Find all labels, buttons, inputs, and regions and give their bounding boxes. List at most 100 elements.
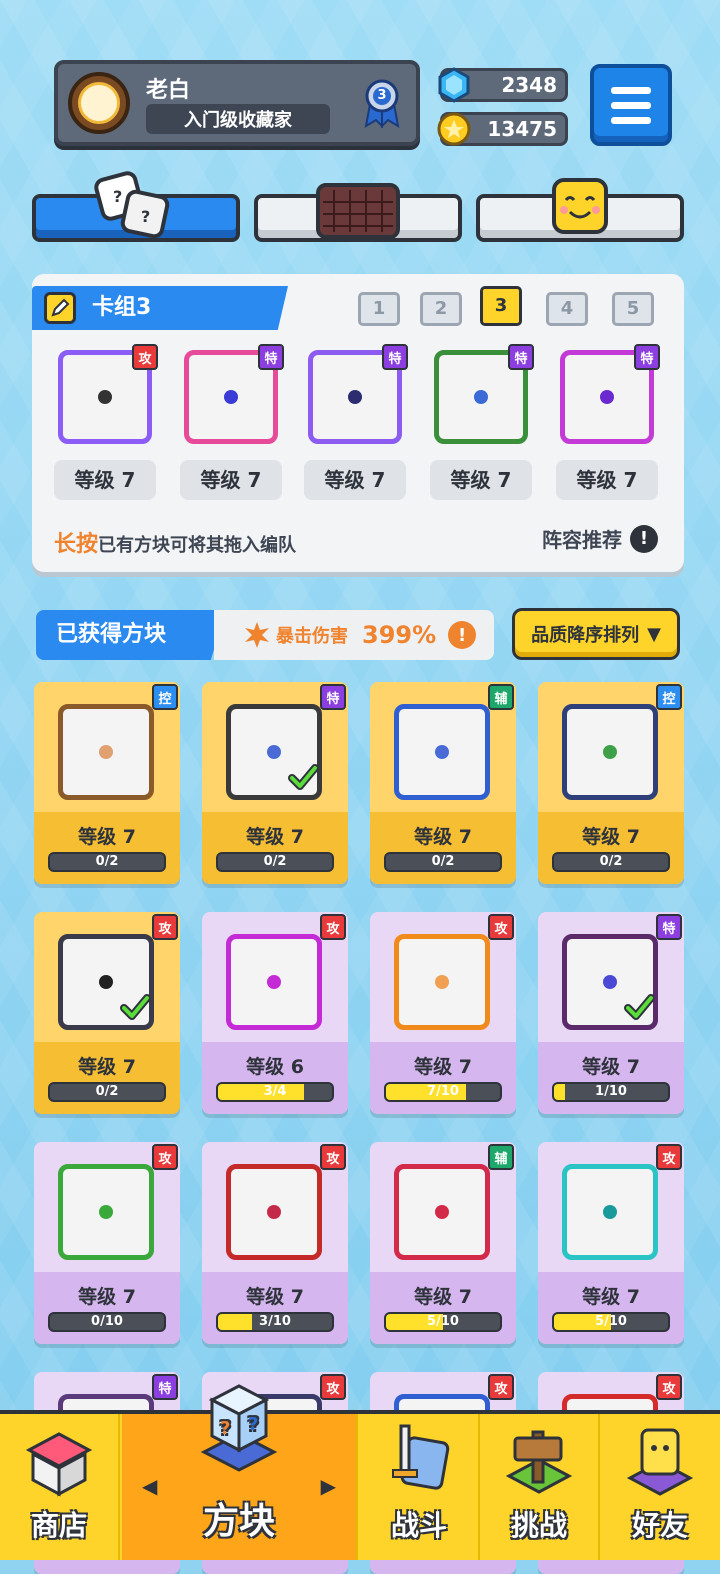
block-tile (58, 1164, 154, 1260)
info-icon: ! (630, 524, 658, 553)
nav-challenge[interactable]: 挑战 (480, 1414, 600, 1560)
nav-left-arrow-icon[interactable]: ◀ (142, 1474, 157, 1498)
block-dot (99, 975, 113, 989)
svg-text:?: ? (220, 1418, 230, 1439)
progress-text: 1/10 (595, 1084, 627, 1099)
deck-card[interactable]: 特 (178, 344, 284, 444)
block-card[interactable]: 辅等级 7 0/2 (370, 682, 516, 884)
block-card[interactable]: 攻等级 7 3/10 (202, 1142, 348, 1344)
block-dot (224, 390, 238, 404)
deck-card[interactable]: 特 (428, 344, 534, 444)
block-dot (99, 1205, 113, 1219)
progress-text: 0/2 (95, 1084, 119, 1099)
nav-blocks-label: 方块 (202, 1501, 275, 1542)
nav-right-arrow-icon[interactable]: ▶ (321, 1474, 336, 1498)
nav-battle[interactable]: 战斗 (360, 1414, 480, 1560)
block-card[interactable]: 辅等级 7 5/10 (370, 1142, 516, 1344)
block-card[interactable]: 特等级 7 1/10 (538, 912, 684, 1114)
nav-shop[interactable]: 商店 (0, 1414, 120, 1560)
upgrade-progress-bar: 7/10 (384, 1082, 502, 1102)
block-card[interactable]: 攻等级 6 3/4 (202, 912, 348, 1114)
progress-text: 0/2 (263, 854, 287, 869)
type-tag: 攻 (132, 344, 158, 370)
type-tag: 攻 (488, 914, 514, 940)
block-level: 等级 7 (414, 826, 472, 848)
block-level: 等级 7 (414, 1056, 472, 1078)
deck-slot-4[interactable]: 4 (546, 292, 588, 326)
deck-slot-1[interactable]: 1 (358, 292, 400, 326)
upgrade-progress-bar: 1/10 (552, 1082, 670, 1102)
progress-text: 7/10 (427, 1084, 459, 1099)
block-dot (600, 390, 614, 404)
nav-friends[interactable]: 好友 (600, 1414, 720, 1560)
block-level: 等级 7 (246, 826, 304, 848)
edit-pencil-icon[interactable] (44, 292, 76, 324)
nav-blocks[interactable]: ◀ ? ? 方块 ▶ (122, 1384, 358, 1560)
tab-board[interactable] (254, 183, 462, 242)
deck-card[interactable]: 特 (554, 344, 660, 444)
block-dot (474, 390, 488, 404)
avatar[interactable] (68, 72, 130, 134)
block-card[interactable]: 攻等级 7 0/10 (34, 1142, 180, 1344)
type-tag: 辅 (488, 1144, 514, 1170)
block-card[interactable]: 特等级 7 0/2 (202, 682, 348, 884)
crit-value: 399% (362, 621, 437, 649)
block-dot (348, 390, 362, 404)
gems-amount: 2348 (501, 73, 557, 97)
crit-info-icon[interactable]: ! (448, 621, 477, 649)
tab-emote[interactable] (476, 178, 684, 242)
in-deck-check-icon (120, 994, 150, 1020)
deck-slot-5[interactable]: 5 (612, 292, 654, 326)
tab-dice[interactable]: ? ? (32, 171, 240, 242)
signpost-icon (505, 1430, 573, 1494)
block-dot (603, 1205, 617, 1219)
block-dot (98, 390, 112, 404)
block-card[interactable]: 攻等级 7 7/10 (370, 912, 516, 1114)
type-tag: 攻 (656, 1374, 682, 1400)
burst-icon (245, 622, 269, 648)
svg-text:?: ? (113, 187, 122, 206)
rank-ribbon-icon (364, 79, 400, 128)
block-dot (435, 975, 449, 989)
crit-damage-box[interactable]: 暴击伤害 399% ! (214, 610, 494, 660)
crit-label: 暴击伤害 (276, 626, 348, 647)
deck-slot-2[interactable]: 2 (420, 292, 462, 326)
coins-amount: 13475 (487, 117, 557, 141)
deck-card[interactable]: 攻 (52, 344, 158, 444)
profile-panel[interactable]: 老白 入门级收藏家 3 (54, 60, 420, 146)
nav-shop-label: 商店 (30, 1509, 87, 1542)
type-tag: 控 (152, 684, 178, 710)
block-dot (267, 745, 281, 759)
svg-text:?: ? (248, 1414, 258, 1435)
deck-card[interactable]: 特 (302, 344, 408, 444)
lineup-recommend-button[interactable]: 阵容推荐 ! (542, 524, 658, 553)
rank-badge[interactable]: 3 (362, 78, 402, 128)
sort-button[interactable]: 品质降序排列 ▼ (512, 608, 680, 660)
gems-counter[interactable]: 2348 (438, 67, 568, 103)
block-card[interactable]: 控等级 7 0/2 (34, 682, 180, 884)
block-level: 等级 7 (414, 1286, 472, 1308)
menu-button[interactable] (590, 64, 672, 146)
upgrade-progress-bar: 0/2 (384, 852, 502, 872)
svg-text:?: ? (141, 207, 150, 226)
block-tile (58, 704, 154, 800)
coins-counter[interactable]: 13475 (437, 112, 568, 146)
block-card[interactable]: 攻等级 7 5/10 (538, 1142, 684, 1344)
in-deck-check-icon (288, 764, 318, 790)
block-dot (603, 975, 617, 989)
block-card[interactable]: 攻等级 7 0/2 (34, 912, 180, 1114)
nav-challenge-label: 挑战 (510, 1509, 567, 1542)
upgrade-progress-bar: 0/10 (48, 1312, 166, 1332)
upgrade-progress-bar: 0/2 (552, 852, 670, 872)
type-tag: 特 (382, 344, 408, 370)
block-dot (435, 1205, 449, 1219)
recommend-label: 阵容推荐 (542, 528, 622, 552)
deck-slot-3[interactable]: 3 (480, 286, 522, 326)
nav-friends-label: 好友 (631, 1509, 688, 1542)
upgrade-progress-bar: 0/2 (216, 852, 334, 872)
upgrade-progress-bar: 0/2 (48, 852, 166, 872)
block-tile (394, 934, 490, 1030)
progress-text: 0/2 (599, 854, 623, 869)
block-card[interactable]: 控等级 7 0/2 (538, 682, 684, 884)
block-level: 等级 7 (78, 826, 136, 848)
